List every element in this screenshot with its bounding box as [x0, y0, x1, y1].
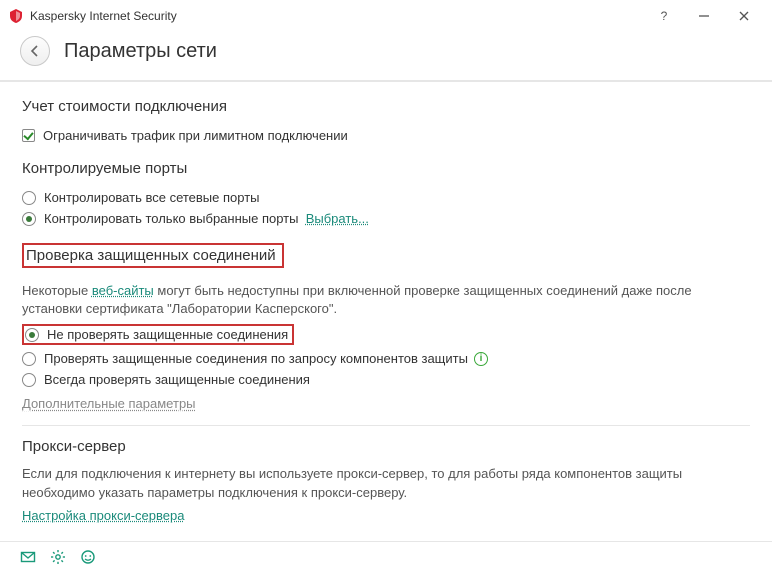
- support-icon[interactable]: [80, 549, 96, 568]
- window-title: Kaspersky Internet Security: [30, 9, 644, 23]
- radio-label: Контролировать только выбранные порты: [44, 211, 298, 226]
- websites-link[interactable]: веб-сайты: [92, 283, 154, 298]
- select-ports-link[interactable]: Выбрать...: [306, 211, 369, 226]
- radio-icon: [22, 212, 36, 226]
- radio-selected-ports[interactable]: Контролировать только выбранные порты Вы…: [22, 208, 750, 229]
- section-proxy-description: Если для подключения к интернету вы испо…: [22, 465, 750, 501]
- info-icon[interactable]: i: [474, 352, 488, 366]
- section-ports: Контролируемые порты Контролировать все …: [22, 160, 750, 229]
- app-logo-icon: [8, 8, 24, 24]
- section-secure-description: Некоторые веб-сайты могут быть недоступн…: [22, 282, 750, 318]
- content-area: Учет стоимости подключения Ограничивать …: [0, 82, 772, 539]
- radio-label: Не проверять защищенные соединения: [47, 327, 288, 342]
- proxy-settings-link[interactable]: Настройка прокси-сервера: [22, 508, 184, 523]
- gear-icon[interactable]: [50, 549, 66, 568]
- close-button[interactable]: [724, 0, 764, 32]
- page-title: Параметры сети: [64, 40, 217, 63]
- radio-never-check[interactable]: Не проверять защищенные соединения: [22, 324, 294, 345]
- additional-params-link[interactable]: Дополнительные параметры: [22, 396, 196, 411]
- section-proxy: Прокси-сервер Если для подключения к инт…: [22, 438, 750, 522]
- section-secure-connections: Проверка защищенных соединений Некоторые…: [22, 243, 750, 411]
- mail-icon[interactable]: [20, 549, 36, 568]
- minimize-button[interactable]: [684, 0, 724, 32]
- page-header: Параметры сети: [0, 32, 772, 82]
- radio-label: Контролировать все сетевые порты: [44, 190, 260, 205]
- section-secure-heading: Проверка защищенных соединений: [22, 243, 284, 268]
- radio-check-on-request[interactable]: Проверять защищенные соединения по запро…: [22, 348, 750, 369]
- radio-icon: [25, 328, 39, 342]
- radio-label: Всегда проверять защищенные соединения: [44, 372, 310, 387]
- section-cost: Учет стоимости подключения Ограничивать …: [22, 98, 750, 146]
- back-button[interactable]: [20, 36, 50, 66]
- section-proxy-heading: Прокси-сервер: [22, 438, 750, 457]
- checkbox-label: Ограничивать трафик при лимитном подключ…: [43, 128, 348, 143]
- help-button[interactable]: ?: [644, 0, 684, 32]
- radio-icon: [22, 191, 36, 205]
- radio-all-ports[interactable]: Контролировать все сетевые порты: [22, 187, 750, 208]
- section-cost-heading: Учет стоимости подключения: [22, 98, 750, 117]
- desc-text: Некоторые: [22, 283, 92, 298]
- radio-icon: [22, 352, 36, 366]
- divider: [22, 425, 750, 426]
- titlebar: Kaspersky Internet Security ?: [0, 0, 772, 32]
- section-ports-heading: Контролируемые порты: [22, 160, 750, 179]
- svg-text:?: ?: [661, 10, 668, 22]
- footer: [0, 541, 772, 575]
- radio-label: Проверять защищенные соединения по запро…: [44, 351, 468, 366]
- checkbox-icon: [22, 129, 35, 142]
- radio-icon: [22, 373, 36, 387]
- radio-always-check[interactable]: Всегда проверять защищенные соединения: [22, 369, 750, 390]
- checkbox-limit-traffic[interactable]: Ограничивать трафик при лимитном подключ…: [22, 125, 750, 146]
